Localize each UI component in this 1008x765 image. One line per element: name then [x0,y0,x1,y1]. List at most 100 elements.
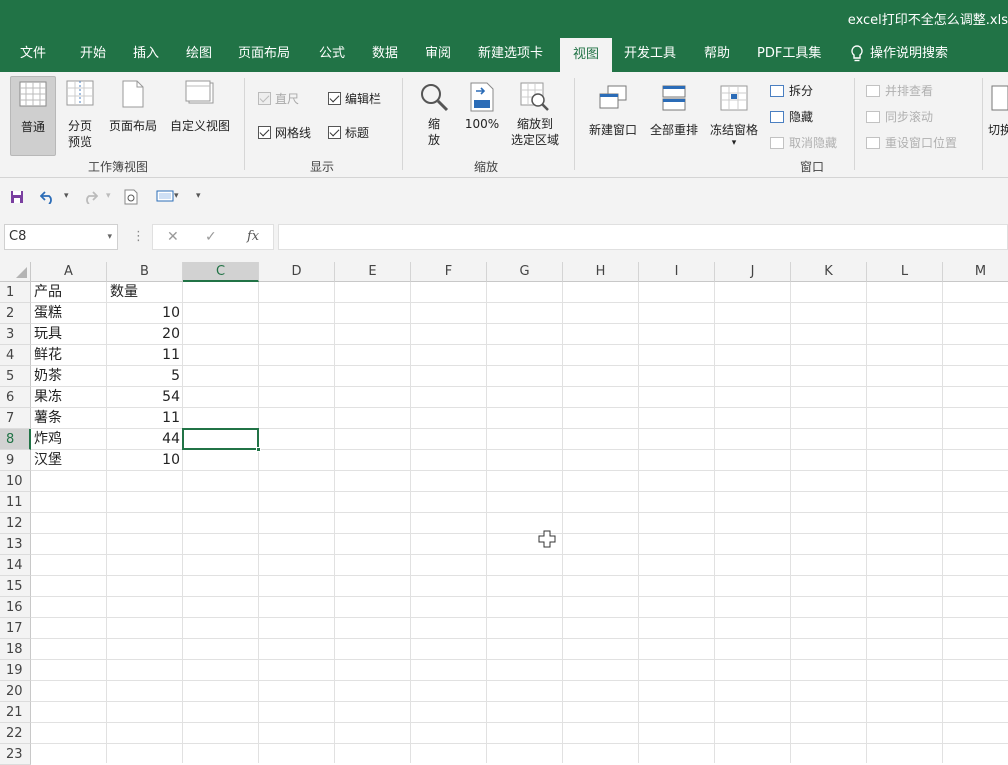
enter-icon[interactable]: ✓ [205,225,217,249]
row-header-15[interactable]: 15 [0,576,31,597]
row-header-5[interactable]: 5 [0,366,31,387]
cell-a2[interactable]: 蛋糕 [34,303,104,324]
print-preview-icon[interactable] [124,178,138,214]
row-header-8[interactable]: 8 [0,429,31,450]
cell-b7[interactable]: 11 [110,408,180,429]
cell-a5[interactable]: 奶茶 [34,366,104,387]
column-header-e[interactable]: E [335,262,411,282]
synchronous-scrolling-button[interactable]: 同步滚动 [866,108,933,125]
column-header-h[interactable]: H [563,262,639,282]
column-header-f[interactable]: F [411,262,487,282]
page-break-preview-button[interactable]: 分页 预览 [60,76,100,150]
row-header-7[interactable]: 7 [0,408,31,429]
column-header-k[interactable]: K [791,262,867,282]
row-header-13[interactable]: 13 [0,534,31,555]
save-icon[interactable] [10,178,24,214]
zoom-button[interactable]: 缩 放 [414,76,454,148]
cell-b2[interactable]: 10 [110,303,180,324]
select-all-button[interactable] [0,262,31,282]
column-header-c[interactable]: C [183,262,259,282]
formula-bar-checkbox[interactable]: 编辑栏 [328,90,381,107]
tab-pdf-tools[interactable]: PDF工具集 [757,36,821,72]
row-header-11[interactable]: 11 [0,492,31,513]
row-header-2[interactable]: 2 [0,303,31,324]
column-header-b[interactable]: B [107,262,183,282]
tab-insert[interactable]: 插入 [133,36,159,72]
unhide-button[interactable]: 取消隐藏 [770,134,837,151]
cancel-icon[interactable]: ✕ [167,225,179,249]
column-header-l[interactable]: L [867,262,943,282]
formula-bar-resize-handle[interactable]: ⋮ [132,224,145,250]
cell-b8[interactable]: 44 [110,429,180,450]
column-header-g[interactable]: G [487,262,563,282]
row-header-23[interactable]: 23 [0,744,31,765]
cell-b4[interactable]: 11 [110,345,180,366]
page-layout-view-button[interactable]: 页面布局 [104,76,162,134]
cell-area[interactable]: 产品 数量 蛋糕 10 玩具 20 鲜花 11 奶茶 5 果冻 54 薯条 11 炸鸡 44 汉堡 10 [31,282,1008,763]
tab-review[interactable]: 审阅 [425,36,451,72]
column-header-j[interactable]: J [715,262,791,282]
row-header-3[interactable]: 3 [0,324,31,345]
row-header-6[interactable]: 6 [0,387,31,408]
cell-b6[interactable]: 54 [110,387,180,408]
cell-a3[interactable]: 玩具 [34,324,104,345]
tab-data[interactable]: 数据 [372,36,398,72]
cell-a8[interactable]: 炸鸡 [34,429,104,450]
tab-view[interactable]: 视图 [560,38,612,72]
normal-view-button[interactable]: 普通 [10,76,56,156]
tab-formulas[interactable]: 公式 [319,36,345,72]
new-window-button[interactable]: 新建窗口 [584,76,642,138]
cell-b1[interactable]: 数量 [110,282,180,303]
row-header-9[interactable]: 9 [0,450,31,471]
cell-a6[interactable]: 果冻 [34,387,104,408]
column-header-a[interactable]: A [31,262,107,282]
freeze-panes-button[interactable]: 冻结窗格 ▾ [705,76,763,148]
cell-b9[interactable]: 10 [110,450,180,471]
tab-developer[interactable]: 开发工具 [624,36,676,72]
row-header-22[interactable]: 22 [0,723,31,744]
row-header-21[interactable]: 21 [0,702,31,723]
cell-a9[interactable]: 汉堡 [34,450,104,471]
active-cell-outline[interactable] [182,428,261,452]
cell-a4[interactable]: 鲜花 [34,345,104,366]
zoom-to-selection-button[interactable]: 缩放到 选定区域 [506,76,564,148]
redo-dropdown-icon[interactable]: ▾ [106,178,111,214]
switch-windows-button[interactable]: 切换 [988,76,1008,138]
headings-checkbox[interactable]: 标题 [328,124,369,141]
screenshot-icon[interactable] [156,178,174,214]
reset-window-position-button[interactable]: 重设窗口位置 [866,134,957,151]
tab-new-tab[interactable]: 新建选项卡 [478,36,543,72]
row-header-20[interactable]: 20 [0,681,31,702]
row-header-16[interactable]: 16 [0,597,31,618]
row-header-14[interactable]: 14 [0,555,31,576]
column-header-i[interactable]: I [639,262,715,282]
cell-a1[interactable]: 产品 [34,282,104,303]
row-header-19[interactable]: 19 [0,660,31,681]
tab-help[interactable]: 帮助 [704,36,730,72]
ruler-checkbox[interactable]: 直尺 [258,90,299,107]
column-header-m[interactable]: M [943,262,1008,282]
split-button[interactable]: 拆分 [770,82,813,99]
cell-a7[interactable]: 薯条 [34,408,104,429]
tab-home[interactable]: 开始 [80,36,106,72]
row-header-18[interactable]: 18 [0,639,31,660]
cell-b3[interactable]: 20 [110,324,180,345]
row-header-10[interactable]: 10 [0,471,31,492]
row-header-4[interactable]: 4 [0,345,31,366]
row-header-12[interactable]: 12 [0,513,31,534]
cell-b5[interactable]: 5 [110,366,180,387]
row-header-1[interactable]: 1 [0,282,31,303]
custom-views-button[interactable]: 自定义视图 [164,76,236,134]
name-box[interactable]: C8 ▾ [4,224,118,250]
fill-handle[interactable] [256,447,261,452]
formula-input[interactable] [278,224,1008,250]
tab-draw[interactable]: 绘图 [186,36,212,72]
zoom-100-button[interactable]: 100% [460,76,504,132]
insert-function-icon[interactable]: fx [247,225,259,249]
column-header-d[interactable]: D [259,262,335,282]
customize-qat-icon[interactable]: ▾ [196,178,201,214]
redo-icon[interactable] [82,178,99,214]
screenshot-dropdown-icon[interactable]: ▾ [174,178,179,214]
gridlines-checkbox[interactable]: 网格线 [258,124,311,141]
view-side-by-side-button[interactable]: 并排查看 [866,82,933,99]
